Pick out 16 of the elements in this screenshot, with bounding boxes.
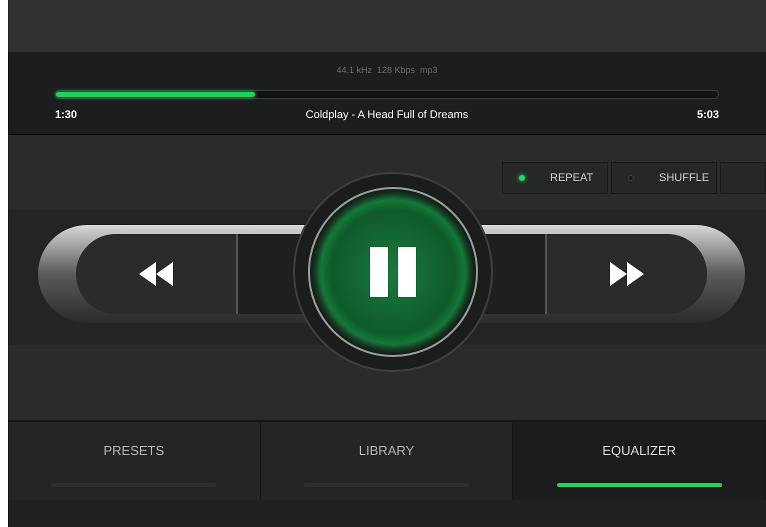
tab[interactable]: LIBRARY bbox=[260, 422, 514, 500]
tab[interactable]: PRESETS bbox=[8, 422, 261, 500]
elapsed-time: 1:30 bbox=[55, 108, 78, 122]
tab[interactable]: EQUALIZER bbox=[513, 422, 766, 500]
pause-button[interactable] bbox=[320, 199, 466, 345]
duration-time: 5:03 bbox=[696, 108, 719, 122]
rewind-icon bbox=[139, 262, 173, 286]
forward-icon bbox=[610, 262, 644, 286]
toggle-button[interactable]: REPEAT bbox=[502, 162, 608, 194]
track-title: Coldplay - A Head Full of Dreams bbox=[306, 108, 468, 122]
rewind-button[interactable] bbox=[76, 234, 238, 314]
toggle-button[interactable]: SHUFFLE bbox=[611, 162, 717, 194]
format-info: 44.1 kHz 128 Kbps mp3 bbox=[336, 64, 438, 77]
forward-button[interactable] bbox=[545, 234, 707, 314]
pause-icon bbox=[370, 247, 416, 297]
progress-track[interactable] bbox=[55, 90, 719, 98]
